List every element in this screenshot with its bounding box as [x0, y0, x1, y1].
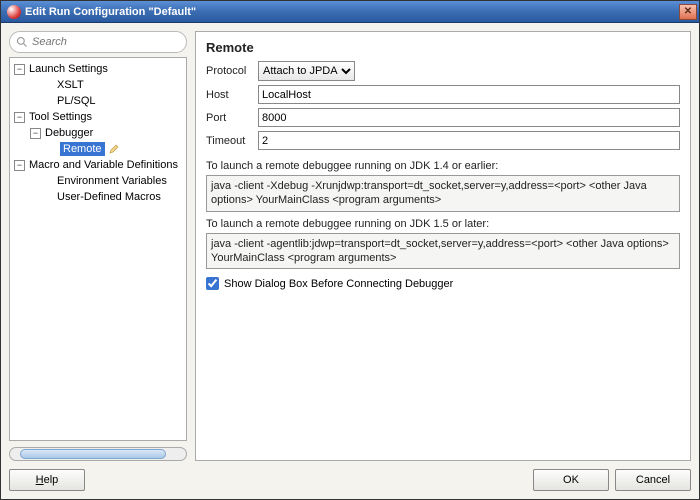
tree-spacer	[42, 96, 53, 107]
detail-pane: Remote Protocol Attach to JPDA Host Port	[195, 31, 691, 461]
close-icon: ✕	[684, 6, 692, 17]
row-host: Host	[206, 85, 680, 104]
port-input[interactable]	[258, 108, 680, 127]
help-button[interactable]: Help	[9, 469, 85, 491]
search-input[interactable]	[32, 36, 180, 48]
close-button[interactable]: ✕	[679, 4, 697, 20]
pane-title: Remote	[206, 40, 680, 55]
dialog-footer: Help OK Cancel	[9, 467, 691, 491]
tree-horizontal-scrollbar[interactable]	[9, 447, 187, 461]
instructions-jdk14-label: To launch a remote debuggee running on J…	[206, 160, 680, 172]
collapse-icon[interactable]: −	[14, 160, 25, 171]
timeout-label: Timeout	[206, 135, 254, 147]
window-title: Edit Run Configuration "Default"	[25, 6, 679, 18]
help-rest: elp	[44, 474, 59, 486]
timeout-input[interactable]	[258, 131, 680, 150]
row-show-dialog: Show Dialog Box Before Connecting Debugg…	[206, 277, 680, 290]
tree-spacer	[42, 80, 53, 91]
titlebar[interactable]: Edit Run Configuration "Default" ✕	[1, 1, 699, 23]
dialog-body: − Launch Settings XSLT PL/SQL − Tool Set…	[1, 23, 699, 499]
row-port: Port	[206, 108, 680, 127]
search-box[interactable]	[9, 31, 187, 53]
tree-xslt[interactable]: XSLT	[12, 77, 184, 93]
host-label: Host	[206, 89, 254, 101]
scrollbar-thumb[interactable]	[20, 449, 166, 459]
nav-tree[interactable]: − Launch Settings XSLT PL/SQL − Tool Set…	[9, 57, 187, 441]
protocol-label: Protocol	[206, 65, 254, 77]
tree-tool-settings[interactable]: − Tool Settings	[12, 109, 184, 125]
tree-spacer	[42, 192, 53, 203]
dialog-window: Edit Run Configuration "Default" ✕ − Lau…	[0, 0, 700, 500]
collapse-icon[interactable]: −	[30, 128, 41, 139]
pencil-icon	[109, 144, 119, 154]
search-icon	[16, 36, 28, 48]
tree-remote[interactable]: Remote	[12, 141, 184, 157]
port-label: Port	[206, 112, 254, 124]
command-jdk15[interactable]: java -client -agentlib:jdwp=transport=dt…	[206, 233, 680, 270]
app-icon	[7, 5, 21, 19]
tree-plsql[interactable]: PL/SQL	[12, 93, 184, 109]
left-column: − Launch Settings XSLT PL/SQL − Tool Set…	[9, 31, 187, 461]
tree-spacer	[42, 176, 53, 187]
collapse-icon[interactable]: −	[14, 112, 25, 123]
main-area: − Launch Settings XSLT PL/SQL − Tool Set…	[9, 31, 691, 461]
tree-user-macros[interactable]: User-Defined Macros	[12, 189, 184, 205]
collapse-icon[interactable]: −	[14, 64, 25, 75]
show-dialog-label[interactable]: Show Dialog Box Before Connecting Debugg…	[224, 278, 453, 290]
tree-launch-settings[interactable]: − Launch Settings	[12, 61, 184, 77]
cancel-button[interactable]: Cancel	[615, 469, 691, 491]
help-mnemonic: H	[36, 474, 44, 486]
instructions-jdk15-label: To launch a remote debuggee running on J…	[206, 218, 680, 230]
protocol-select[interactable]: Attach to JPDA	[258, 61, 355, 81]
tree-env-vars[interactable]: Environment Variables	[12, 173, 184, 189]
host-input[interactable]	[258, 85, 680, 104]
show-dialog-checkbox[interactable]	[206, 277, 219, 290]
tree-macro-var[interactable]: − Macro and Variable Definitions	[12, 157, 184, 173]
command-jdk14[interactable]: java -client -Xdebug -Xrunjdwp:transport…	[206, 175, 680, 212]
tree-debugger[interactable]: − Debugger	[12, 125, 184, 141]
ok-button[interactable]: OK	[533, 469, 609, 491]
row-timeout: Timeout	[206, 131, 680, 150]
row-protocol: Protocol Attach to JPDA	[206, 61, 680, 81]
